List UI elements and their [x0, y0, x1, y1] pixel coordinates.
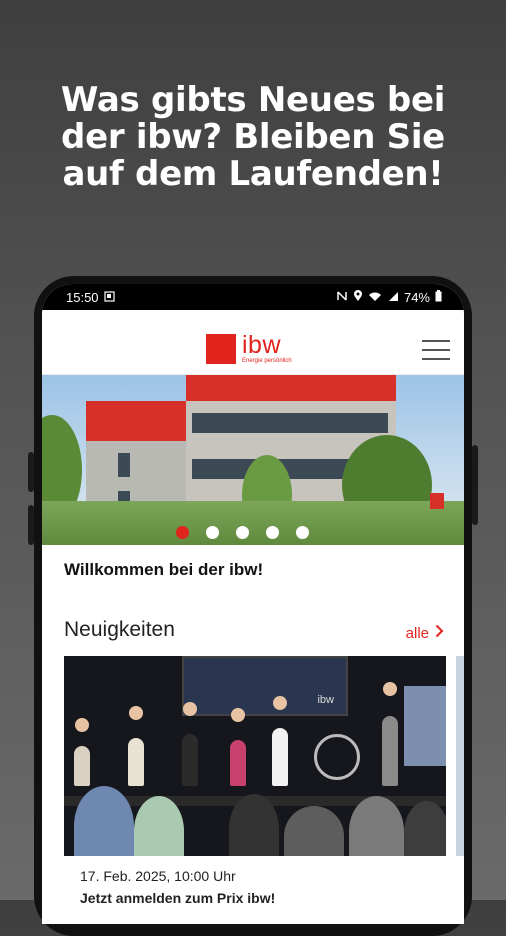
all-news-link[interactable]: alle — [406, 624, 444, 642]
roll-up-banner — [404, 686, 446, 766]
nfc-icon — [336, 290, 348, 305]
app-screen: 15:50 74% ibw Energie persönlich Willkom… — [42, 284, 464, 924]
news-heading: Neuigkeiten — [64, 618, 175, 641]
carousel-dot-2[interactable] — [206, 526, 219, 539]
headline-line-3: auf dem Laufenden! — [62, 154, 444, 194]
ibw-logo[interactable]: ibw Energie persönlich — [206, 331, 292, 364]
news-card-image: ibw — [64, 656, 446, 856]
welcome-heading: Willkommen bei der ibw! — [64, 560, 264, 579]
screenshot-icon — [103, 290, 115, 305]
phone-side-button-left — [28, 452, 34, 492]
status-time: 15:50 — [66, 289, 99, 305]
signal-icon — [387, 290, 399, 305]
logo-square-icon — [206, 334, 236, 364]
location-icon — [353, 289, 363, 305]
logo-name: ibw — [242, 331, 282, 359]
carousel-dot-1[interactable] — [176, 526, 189, 539]
drum-kit — [314, 734, 360, 780]
carousel-dots — [176, 526, 309, 539]
promo-headline: Was gibts Neues bei der ibw? Bleiben Sie… — [0, 82, 506, 193]
stage-banner: ibw — [182, 656, 348, 716]
logo-tagline: Energie persönlich — [242, 358, 292, 364]
carousel-dot-4[interactable] — [266, 526, 279, 539]
news-card-title: Jetzt anmelden zum Prix ibw! — [80, 890, 276, 906]
carousel-dot-3[interactable] — [236, 526, 249, 539]
wifi-icon — [368, 290, 382, 305]
headline-line-2: der ibw? Bleiben Sie — [61, 117, 445, 157]
headline-line-1: Was gibts Neues bei — [60, 80, 446, 120]
news-card[interactable]: ibw 17. Feb. 2025, 10:00 Uhr Jetzt anmel… — [64, 656, 446, 924]
all-news-label: alle — [405, 624, 429, 642]
carousel-dot-5[interactable] — [296, 526, 309, 539]
hero-carousel[interactable] — [42, 375, 464, 545]
next-news-card-peek[interactable] — [456, 656, 464, 856]
app-header: ibw Energie persönlich — [42, 310, 464, 375]
battery-icon — [435, 289, 442, 305]
phone-side-button-right — [472, 445, 478, 525]
hamburger-menu-icon[interactable] — [422, 340, 450, 360]
chevron-right-icon — [435, 624, 444, 642]
news-card-date: 17. Feb. 2025, 10:00 Uhr — [80, 868, 236, 884]
red-sign — [430, 493, 444, 509]
banner-logo-text: ibw — [317, 694, 334, 706]
battery-level: 74% — [403, 289, 430, 305]
phone-side-button-left-2 — [28, 505, 34, 545]
building-red-top — [86, 401, 186, 441]
status-bar: 15:50 74% — [42, 284, 464, 310]
